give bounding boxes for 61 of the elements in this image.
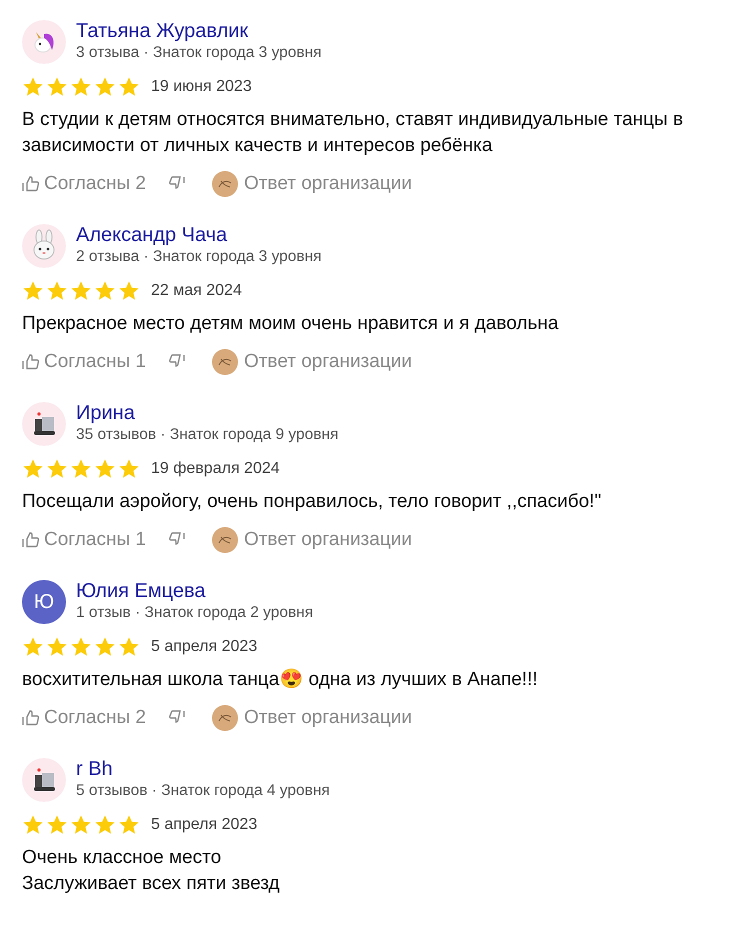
star-icon [70,814,92,836]
star-icon [70,636,92,658]
user-stats: 3 отзыва · Знаток города 3 уровня [76,43,322,63]
user-name-link[interactable]: Татьяна Журавлик [76,20,322,42]
star-icon [22,76,44,98]
star-icon [46,76,68,98]
star-icon [46,458,68,480]
star-icon [46,280,68,302]
star-icon [118,280,140,302]
star-icon [94,814,116,836]
review-date: 5 апреля 2023 [151,816,258,834]
organization-reply-link[interactable]: Ответ организации [244,529,412,551]
unicorn-avatar [22,20,66,64]
star-icon [22,280,44,302]
user-name-link[interactable]: Юлия Емцева [76,580,314,602]
organization-reply-link[interactable]: Ответ организации [244,351,412,373]
star-icon [22,814,44,836]
user-stats: 5 отзывов · Знаток города 4 уровня [76,781,330,801]
star-icon [94,280,116,302]
organization-reply-link[interactable]: Ответ организации [244,707,412,729]
review-text: В студии к детям относятся внимательно, ставят индивидуальные танцы в зависимости от личных качеств и интересов ребёнка [22,108,684,158]
user-name-link[interactable]: r Bh [76,758,330,780]
star-icon [94,636,116,658]
star-icon [22,458,44,480]
star-icon [118,636,140,658]
thumbs-up-icon[interactable] [22,353,40,371]
star-icon [118,76,140,98]
user-stats: 2 отзыва · Знаток города 3 уровня [76,247,322,267]
user-name-link[interactable]: Ирина [76,402,338,424]
user-avatar: Ю [22,580,66,624]
star-icon [94,458,116,480]
star-icon [118,458,140,480]
review-text: Посещали аэройогу, очень понравилось, тело говорит ,,спасибо!" [22,490,602,514]
review-text: восхитительная школа танца😍 одна из лучших в Анапе!!! [22,668,539,692]
thumbs-up-icon[interactable] [22,531,40,549]
organization-reply-link[interactable]: Ответ организации [244,173,412,195]
agree-count[interactable]: Согласны 2 [44,173,146,195]
star-icon [22,636,44,658]
star-icon [118,814,140,836]
review-text: Очень классное место [22,846,222,870]
agree-count[interactable]: Согласны 2 [44,707,146,729]
review-text: Заслуживает всех пяти звезд [22,872,281,896]
star-icon [46,814,68,836]
star-icon [70,76,92,98]
bunny-avatar [22,224,66,268]
user-stats: 35 отзывов · Знаток города 9 уровня [76,425,338,445]
review-text: Прекрасное место детям моим очень нравится и я давольна [22,312,560,336]
review-date: 22 мая 2024 [151,282,242,300]
review-date: 19 февраля 2024 [151,460,280,478]
thumbs-up-icon[interactable] [22,175,40,193]
star-icon [70,280,92,302]
star-icon [94,76,116,98]
agree-count[interactable]: Согласны 1 [44,351,146,373]
star-icon [46,636,68,658]
user-name-link[interactable]: Александр Чача [76,224,322,246]
thumbs-up-icon[interactable] [22,709,40,727]
user-stats: 1 отзыв · Знаток города 2 уровня [76,603,314,623]
star-icon [70,458,92,480]
agree-count[interactable]: Согласны 1 [44,529,146,551]
review-date: 5 апреля 2023 [151,638,258,656]
review-date: 19 июня 2023 [151,78,252,96]
